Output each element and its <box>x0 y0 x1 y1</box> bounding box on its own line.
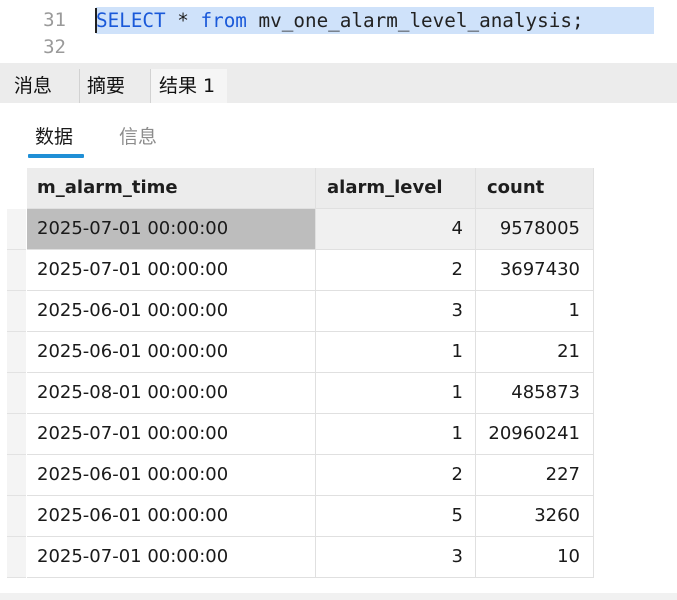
result-grid[interactable]: m_alarm_time alarm_level count 2025-07-01 0… <box>0 168 677 600</box>
table-cell-m-alarm-time[interactable]: 2025-07-01 00:00:00 <box>27 537 316 578</box>
tab-result-1[interactable]: 结果 1 <box>151 69 227 103</box>
table-cell-count[interactable]: 3697430 <box>476 250 594 291</box>
row-selector[interactable] <box>7 496 26 537</box>
row-selector[interactable] <box>7 414 26 455</box>
table-cell-count[interactable]: 21 <box>476 332 594 373</box>
table-cell-count[interactable]: 10 <box>476 537 594 578</box>
line-number: 32 <box>43 36 66 58</box>
table-cell-m-alarm-time[interactable]: 2025-07-01 00:00:00 <box>27 250 316 291</box>
table-cell-alarm-level[interactable]: 1 <box>316 332 476 373</box>
table-cell-alarm-level[interactable]: 1 <box>316 373 476 414</box>
table-cell-alarm-level[interactable]: 2 <box>316 455 476 496</box>
result-tab-bar: 消息 摘要 结果 1 <box>0 63 677 103</box>
table-cell-alarm-level[interactable]: 3 <box>316 291 476 332</box>
table-cell-m-alarm-time[interactable]: 2025-08-01 00:00:00 <box>27 373 316 414</box>
row-selector[interactable] <box>7 373 26 414</box>
table-cell-count[interactable]: 227 <box>476 455 594 496</box>
line-number: 31 <box>43 9 66 31</box>
row-selector[interactable] <box>7 209 26 250</box>
table-cell-m-alarm-time[interactable]: 2025-06-01 00:00:00 <box>27 291 316 332</box>
table-cell-count[interactable]: 1 <box>476 291 594 332</box>
column-header-0[interactable]: m_alarm_time <box>27 168 316 209</box>
tab-data[interactable]: 数据 <box>35 123 73 151</box>
row-selector[interactable] <box>7 537 26 578</box>
sql-star: * <box>165 9 201 32</box>
tab-divider <box>79 69 80 103</box>
sql-code-line-selected[interactable]: SELECT * from mv_one_alarm_level_analysi… <box>96 7 654 34</box>
table-cell-alarm-level[interactable]: 1 <box>316 414 476 455</box>
tab-info[interactable]: 信息 <box>119 123 157 151</box>
row-selector[interactable] <box>7 291 26 332</box>
table-cell-m-alarm-time[interactable]: 2025-06-01 00:00:00 <box>27 496 316 537</box>
table-cell-m-alarm-time[interactable]: 2025-06-01 00:00:00 <box>27 332 316 373</box>
column-header-2[interactable]: count <box>476 168 594 209</box>
row-selector[interactable] <box>7 455 26 496</box>
row-selector[interactable] <box>7 332 26 373</box>
sql-keyword-select: SELECT <box>96 9 166 32</box>
table-cell-alarm-level[interactable]: 2 <box>316 250 476 291</box>
tab-summary[interactable]: 摘要 <box>87 69 149 103</box>
row-selector[interactable] <box>7 250 26 291</box>
table-cell-count[interactable]: 20960241 <box>476 414 594 455</box>
table-cell-count[interactable]: 9578005 <box>476 209 594 250</box>
column-header-1[interactable]: alarm_level <box>316 168 476 209</box>
table-cell-m-alarm-time[interactable]: 2025-07-01 00:00:00 <box>27 209 316 250</box>
active-tab-indicator <box>28 154 84 158</box>
table-cell-m-alarm-time[interactable]: 2025-07-01 00:00:00 <box>27 414 316 455</box>
sql-table-name: mv_one_alarm_level_analysis; <box>246 9 584 32</box>
tab-messages[interactable]: 消息 <box>14 69 78 103</box>
table-cell-m-alarm-time[interactable]: 2025-06-01 00:00:00 <box>27 455 316 496</box>
grid-corner <box>7 168 26 209</box>
text-cursor <box>95 8 97 33</box>
table-cell-alarm-level[interactable]: 4 <box>316 209 476 250</box>
table-cell-alarm-level[interactable]: 5 <box>316 496 476 537</box>
table-cell-count[interactable]: 485873 <box>476 373 594 414</box>
table-cell-alarm-level[interactable]: 3 <box>316 537 476 578</box>
sql-keyword-from: from <box>200 9 247 32</box>
sql-editor[interactable]: 31 32 SELECT * from mv_one_alarm_level_a… <box>0 0 677 63</box>
view-tab-bar: 数据 信息 <box>0 103 677 163</box>
horizontal-scrollbar[interactable] <box>0 593 677 600</box>
table-cell-count[interactable]: 3260 <box>476 496 594 537</box>
